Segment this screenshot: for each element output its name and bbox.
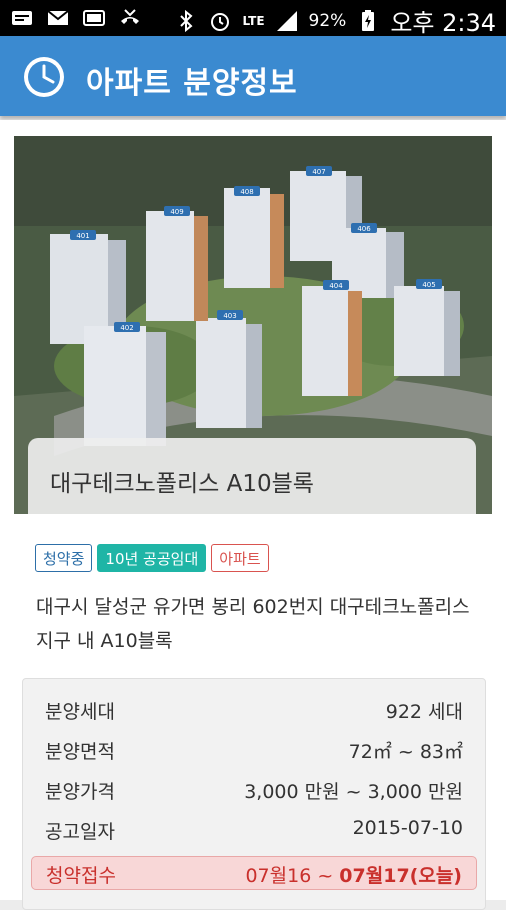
detail-value: 922 세대 (385, 701, 463, 723)
listing-title: 대구테크노폴리스 A10블록 (50, 471, 314, 497)
app-notification-icon (10, 6, 34, 30)
building-label: 405 (422, 281, 435, 289)
building-label: 408 (240, 188, 253, 196)
battery-app-icon (82, 6, 106, 30)
battery-charging-icon (356, 9, 380, 33)
detail-row-households: 분양세대 922 세대 (23, 689, 485, 729)
detail-label: 분양면적 (45, 741, 115, 763)
listing-card[interactable]: 401 402 403 404 405 406 407 408 409 대구테크… (0, 120, 506, 910)
building-label: 402 (120, 324, 133, 332)
detail-label: 공고일자 (45, 821, 115, 843)
status-bar: LTE 92% 오후 2:34 (0, 0, 506, 38)
tag-housing-type: 아파트 (211, 544, 269, 572)
details-table: 분양세대 922 세대 분양면적 72㎡ ~ 83㎡ 분양가격 3,000 만원… (22, 678, 486, 910)
detail-row-price: 분양가격 3,000 만원 ~ 3,000 만원 (23, 769, 485, 809)
missed-call-icon (118, 6, 142, 30)
clock-app-icon[interactable] (22, 55, 66, 99)
detail-row-application: 청약접수 07월16 ~ 07월17(오늘) (31, 856, 477, 890)
system-icons: LTE 92% 오후 2:34 (174, 3, 496, 38)
alarm-icon (208, 9, 232, 33)
listing-title-caption: 대구테크노폴리스 A10블록 (28, 438, 476, 514)
battery-percent: 92% (308, 10, 347, 31)
detail-value: 2015-07-10 (352, 817, 463, 839)
listing-address: 대구시 달성군 유가면 봉리 602번지 대구테크노폴리스지구 내 A10블록 (36, 596, 470, 652)
detail-value: 72㎡ ~ 83㎡ (348, 741, 463, 763)
app-title: 아파트 분양정보 (86, 66, 298, 101)
building-label: 409 (170, 208, 183, 216)
detail-value: 3,000 만원 ~ 3,000 만원 (244, 781, 463, 803)
tag-rental-type: 10년 공공임대 (97, 544, 207, 572)
detail-label: 분양세대 (45, 701, 115, 723)
building-label: 403 (223, 312, 236, 320)
application-period: 07월16 ~ 07월17(오늘) (245, 861, 462, 888)
application-start: 07월16 (245, 865, 312, 887)
application-end: 07월17(오늘) (339, 865, 462, 887)
notification-icons (10, 6, 142, 30)
building-label: 404 (329, 282, 343, 290)
building-label: 401 (76, 232, 89, 240)
apartment-rendering-image: 401 402 403 404 405 406 407 408 409 대구테크… (14, 136, 492, 514)
application-separator: ~ (311, 865, 340, 887)
tag-status: 청약중 (35, 544, 93, 572)
application-label: 청약접수 (46, 865, 116, 887)
signal-icon (275, 9, 299, 33)
clock: 오후 2:34 (390, 9, 496, 37)
lte-icon: LTE (242, 13, 265, 28)
tag-list: 청약중 10년 공공임대 아파트 (35, 544, 269, 572)
building-label: 407 (312, 168, 325, 176)
detail-row-area: 분양면적 72㎡ ~ 83㎡ (23, 729, 485, 769)
bluetooth-icon (174, 9, 198, 33)
email-icon (46, 6, 70, 30)
app-bar: 아파트 분양정보 (0, 36, 506, 116)
building-label: 406 (357, 225, 371, 233)
detail-label: 분양가격 (45, 781, 115, 803)
detail-row-announce-date: 공고일자 2015-07-10 (23, 809, 485, 849)
